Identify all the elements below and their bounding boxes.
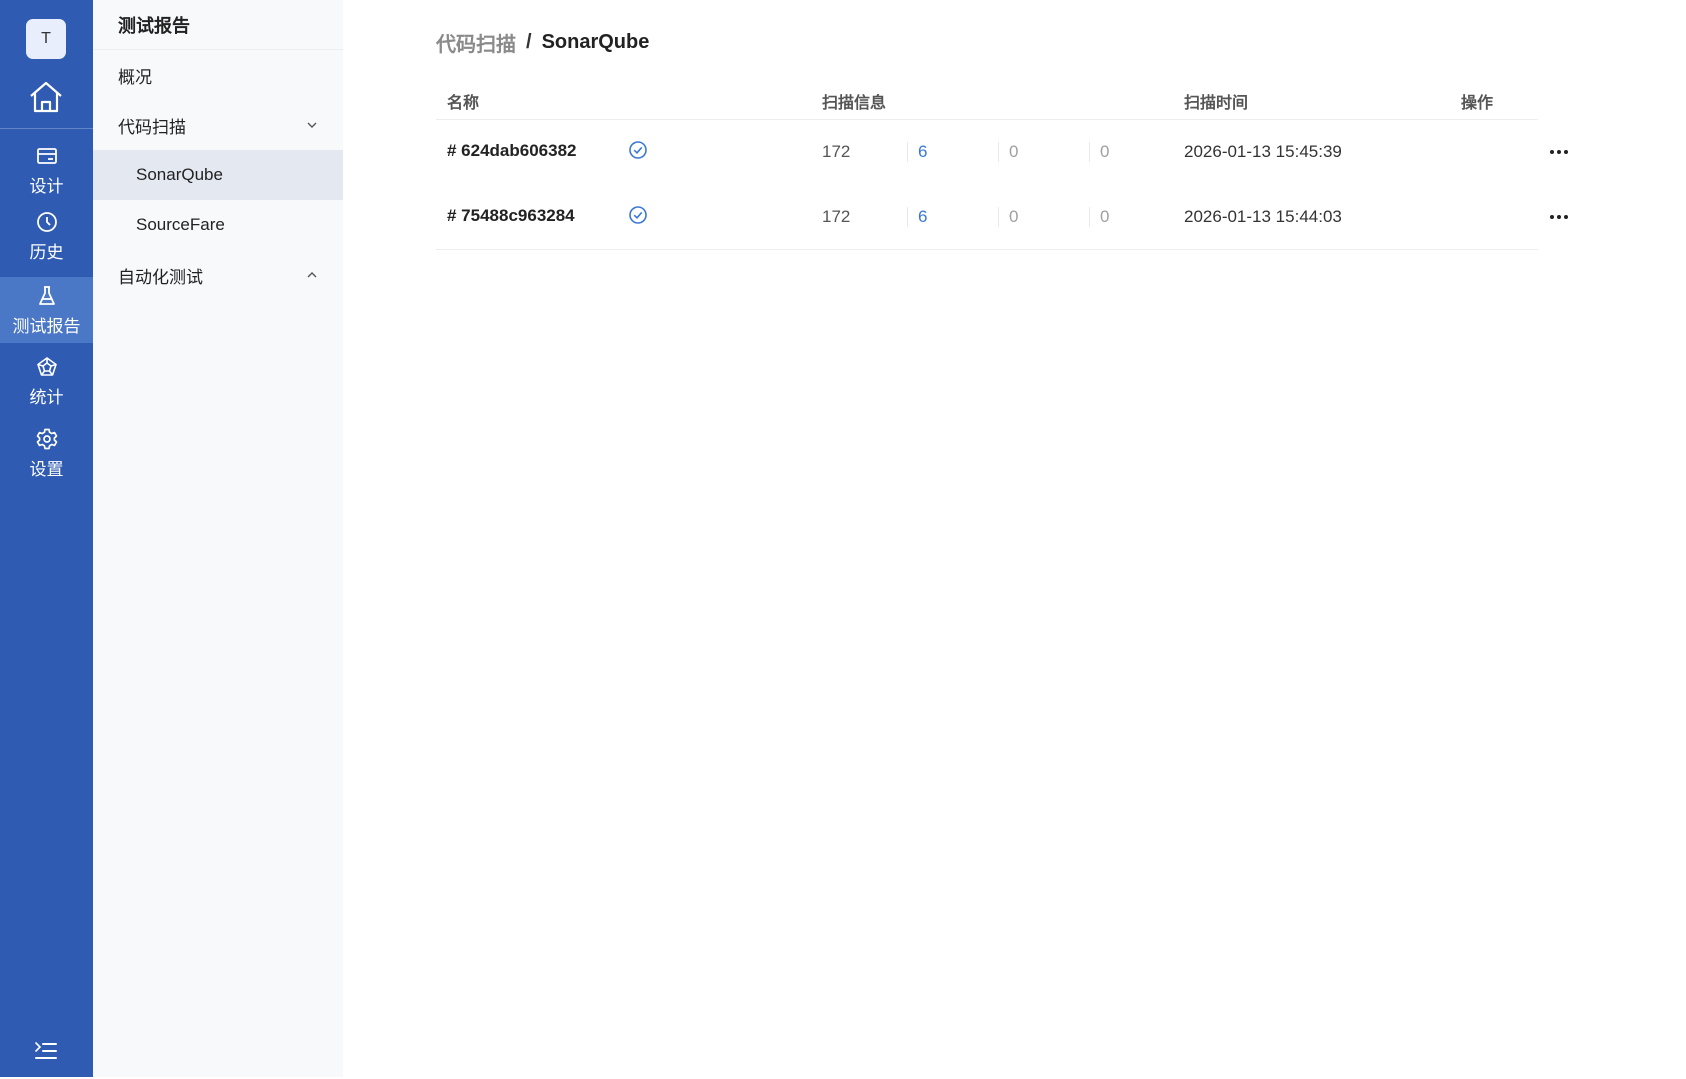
sidebar-item-label: 自动化测试: [118, 267, 203, 287]
rail-item-history[interactable]: 历史: [0, 203, 93, 269]
check-circle-icon: [629, 141, 647, 159]
metric-issues: 6: [907, 142, 927, 162]
scan-time: 2026-01-13 15:45:39: [1184, 142, 1342, 161]
sidebar-item-label: SonarQube: [136, 165, 223, 184]
clock-icon: [36, 211, 57, 232]
scan-name[interactable]: # 75488c963284: [447, 206, 575, 226]
app: T 设计 历史 测试报告 统计 设置 测试报告 概况 代码扫描 SonarQub…: [0, 0, 1686, 1079]
scan-table: 名称 扫描信息 扫描时间 操作 # 624dab606382 172 6 0 0…: [436, 78, 1568, 250]
sidebar-item-label: 代码扫描: [118, 117, 186, 137]
metric-secondary: 0: [998, 142, 1018, 162]
sidebar-item-label: SourceFare: [136, 215, 225, 234]
metric-tertiary: 0: [1089, 142, 1109, 162]
avatar[interactable]: T: [26, 19, 66, 59]
nav-rail: T 设计 历史 测试报告 统计 设置: [0, 0, 93, 1077]
metric-tertiary: 0: [1089, 207, 1109, 227]
scan-name[interactable]: # 624dab606382: [447, 141, 577, 161]
metric-secondary: 0: [998, 207, 1018, 227]
column-header-scan-time: 扫描时间: [1184, 95, 1249, 112]
rail-item-label: 历史: [29, 242, 64, 262]
rail-item-statistics[interactable]: 统计: [0, 348, 93, 414]
home-icon[interactable]: [27, 80, 65, 114]
breadcrumb-parent[interactable]: 代码扫描: [436, 28, 516, 57]
metric-total: 172: [822, 207, 851, 226]
scan-time: 2026-01-13 15:44:03: [1184, 207, 1342, 226]
chevron-up-icon: [307, 272, 317, 278]
card-icon: [36, 147, 57, 164]
sidebar-item-automation-test[interactable]: 自动化测试: [93, 250, 343, 300]
rail-item-label: 设置: [29, 459, 64, 479]
column-header-scan-info: 扫描信息: [822, 95, 887, 112]
sidebar-item-code-scan[interactable]: 代码扫描: [93, 100, 343, 150]
main-content: 代码扫描 / SonarQube 名称 扫描信息 扫描时间 操作 # 624da…: [343, 0, 1686, 1079]
metric-issues: 6: [907, 207, 927, 227]
sidebar-item-label: 概况: [118, 67, 152, 87]
secondary-sidebar: 测试报告 概况 代码扫描 SonarQube SourceFare 自动化测试: [93, 0, 343, 1077]
radar-icon: [36, 356, 57, 376]
rail-item-design[interactable]: 设计: [0, 137, 93, 203]
table-row[interactable]: # 624dab606382 172 6 0 0 2026-01-13 15:4…: [436, 120, 1568, 185]
rail-item-settings[interactable]: 设置: [0, 420, 93, 486]
breadcrumb-separator: /: [526, 31, 532, 53]
column-header-actions: 操作: [1461, 95, 1494, 112]
sidebar-item-overview[interactable]: 概况: [93, 50, 343, 100]
table-row[interactable]: # 75488c963284 172 6 0 0 2026-01-13 15:4…: [436, 185, 1568, 250]
chevron-down-icon: [307, 122, 317, 128]
collapse-menu-icon[interactable]: [34, 1041, 58, 1061]
rail-divider: [0, 128, 93, 129]
check-circle-icon: [629, 206, 647, 224]
metric-total: 172: [822, 142, 851, 161]
sidebar-item-sonarqube[interactable]: SonarQube: [93, 150, 343, 200]
rail-item-label: 统计: [29, 387, 64, 407]
rail-item-test-report[interactable]: 测试报告: [0, 277, 93, 343]
column-header-name: 名称: [447, 95, 480, 112]
sidebar-title: 测试报告: [93, 0, 343, 50]
flask-icon: [38, 285, 55, 305]
rail-item-label: 测试报告: [12, 316, 81, 336]
gear-icon: [36, 428, 57, 449]
table-header: 名称 扫描信息 扫描时间 操作: [436, 78, 1538, 120]
breadcrumb-current: SonarQube: [541, 31, 650, 53]
breadcrumb: 代码扫描 / SonarQube: [436, 28, 649, 57]
rail-item-label: 设计: [29, 176, 64, 196]
more-icon[interactable]: [1548, 142, 1570, 162]
sidebar-item-sourcefare[interactable]: SourceFare: [93, 200, 343, 250]
more-icon[interactable]: [1548, 207, 1570, 227]
